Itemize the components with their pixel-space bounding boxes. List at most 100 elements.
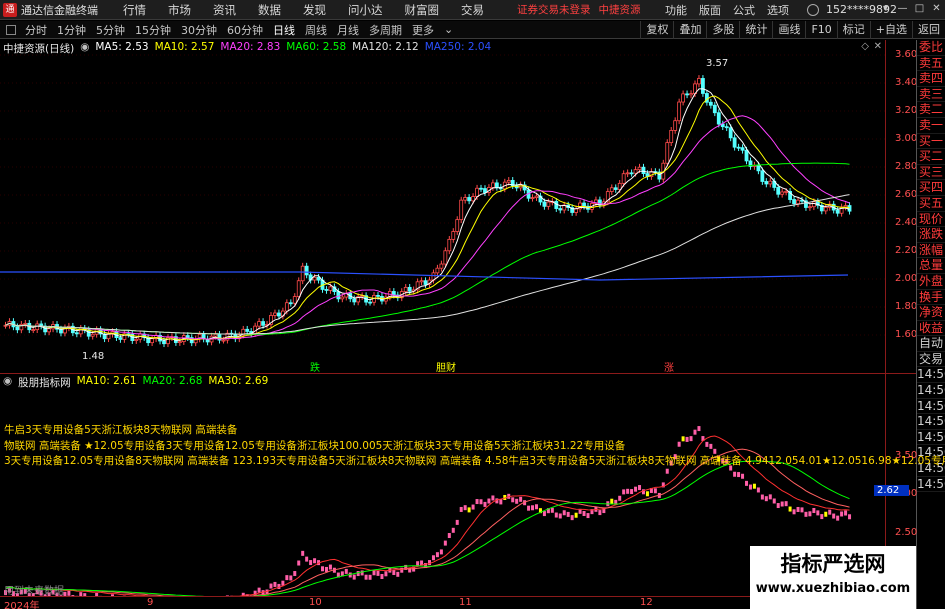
menu-options[interactable]: 选项 (761, 2, 795, 18)
side-ask3[interactable]: 卖三 (917, 87, 945, 103)
price-tick: 3.40 (895, 77, 918, 88)
window-controls: ▾ — □ ✕ (879, 2, 943, 16)
candle-body (368, 301, 372, 304)
low-price-label: 1.48 (82, 351, 105, 362)
candle-body (740, 147, 745, 151)
close-icon[interactable]: ✕ (930, 2, 943, 16)
candle-body (534, 195, 539, 199)
menu-formula[interactable]: 公式 (727, 2, 761, 18)
chevron-down-icon[interactable]: ⌄ (439, 23, 458, 36)
tab-daily[interactable]: 日线 (268, 22, 300, 38)
candle-body (336, 291, 341, 300)
indicator-bar (832, 513, 836, 519)
candle-body (435, 267, 440, 274)
side-bid4[interactable]: 买四 (917, 180, 945, 196)
overlay-button[interactable]: 叠加 (673, 21, 706, 39)
ma120-label: MA120: 2.12 (352, 41, 419, 53)
high-price-label: 3.57 (706, 58, 729, 69)
side-earnings[interactable]: 收益 (917, 321, 945, 337)
menu-layout[interactable]: 版面 (693, 2, 727, 18)
menu-data[interactable]: 数据 (247, 2, 292, 18)
side-bid3[interactable]: 买三 (917, 165, 945, 181)
menu-trade[interactable]: 交易 (450, 2, 495, 18)
indicator-bar (645, 491, 649, 497)
multi-stock-button[interactable]: 多股 (706, 21, 739, 39)
side-price[interactable]: 现价 (917, 212, 945, 228)
menu-wealth[interactable]: 财富圈 (394, 2, 451, 18)
back-button[interactable]: 返回 (912, 21, 945, 39)
menu-news[interactable]: 资讯 (202, 2, 247, 18)
side-volume[interactable]: 总量 (917, 258, 945, 274)
candle-body (677, 101, 682, 122)
side-ask4[interactable]: 卖四 (917, 71, 945, 87)
eye-icon[interactable]: ◉ (3, 375, 12, 390)
candle-body (352, 298, 357, 303)
menu-market[interactable]: 市场 (157, 2, 202, 18)
tab-15min[interactable]: 15分钟 (130, 22, 176, 38)
user-icon[interactable] (807, 4, 819, 16)
indicator-bar (741, 473, 745, 479)
adjust-button[interactable]: 复权 (640, 21, 673, 39)
side-outer[interactable]: 外盘 (917, 274, 945, 290)
f10-button[interactable]: F10 (805, 21, 836, 39)
side-order-ratio[interactable]: 委比 (917, 40, 945, 56)
side-auto[interactable]: 自动 (917, 336, 945, 352)
candle-body (277, 312, 281, 317)
tab-multi-period[interactable]: 多周期 (364, 22, 407, 38)
login-notice[interactable]: 证券交易未登录 (517, 2, 591, 17)
price-chart[interactable]: 中捷资源(日线) ◉ MA5: 2.53 MA10: 2.57 MA20: 2.… (0, 40, 886, 374)
candle-body (629, 172, 634, 175)
menu-ask[interactable]: 问小达 (337, 2, 394, 18)
indicator-ma-line (5, 448, 850, 596)
side-change-pct[interactable]: 涨幅 (917, 243, 945, 259)
add-watchlist-button[interactable]: +自选 (869, 21, 912, 39)
stats-button[interactable]: 统计 (739, 21, 772, 39)
tab-monthly[interactable]: 月线 (332, 22, 364, 38)
draw-line-button[interactable]: 画线 (772, 21, 805, 39)
candle-body (177, 341, 182, 344)
tab-1min[interactable]: 1分钟 (52, 22, 91, 38)
side-turnover[interactable]: 换手 (917, 290, 945, 306)
candle-body (300, 265, 305, 282)
tab-5min[interactable]: 5分钟 (91, 22, 130, 38)
menu-quotes[interactable]: 行情 (112, 2, 157, 18)
side-trade[interactable]: 交易 (917, 352, 945, 368)
minimize-icon[interactable]: — (896, 2, 909, 16)
eye-icon[interactable]: ◉ (80, 41, 89, 56)
candlestick-chart[interactable] (0, 40, 886, 373)
side-ask5[interactable]: 卖五 (917, 56, 945, 72)
indicator-bar (293, 571, 297, 577)
indicator-bar (792, 509, 796, 515)
close-panel-icon[interactable]: ✕ (874, 41, 882, 52)
maximize-icon[interactable]: □ (913, 2, 926, 16)
indicator-bar (483, 501, 487, 507)
candle-body (768, 180, 773, 185)
expand-icon[interactable]: ◇ (861, 41, 869, 52)
menu-discover[interactable]: 发现 (292, 2, 337, 18)
tab-30min[interactable]: 30分钟 (176, 22, 222, 38)
side-bid5[interactable]: 买五 (917, 196, 945, 212)
side-ask2[interactable]: 卖二 (917, 102, 945, 118)
tab-weekly[interactable]: 周线 (300, 22, 332, 38)
menu-function[interactable]: 功能 (659, 2, 693, 18)
grid-toggle-icon[interactable] (6, 24, 16, 35)
candle-body (403, 286, 408, 292)
side-net-assets[interactable]: 净资 (917, 305, 945, 321)
tab-intraday[interactable]: 分时 (20, 22, 52, 38)
candle-body (479, 187, 483, 190)
side-bid2[interactable]: 买二 (917, 149, 945, 165)
candle-body (447, 238, 452, 252)
mark-button[interactable]: 标记 (836, 21, 870, 39)
tab-more[interactable]: 更多 (407, 22, 439, 38)
tab-60min[interactable]: 60分钟 (222, 22, 268, 38)
side-change[interactable]: 涨跌 (917, 227, 945, 243)
dropdown-icon[interactable]: ▾ (879, 2, 892, 16)
candle-body (304, 265, 309, 276)
indicator-bar (344, 568, 348, 574)
side-ask1[interactable]: 卖一 (917, 118, 945, 134)
indicator-bar (368, 574, 372, 580)
candle-body (245, 328, 250, 332)
side-bid1[interactable]: 买一 (917, 134, 945, 150)
candle-body (708, 101, 713, 106)
candle-body (328, 286, 333, 291)
